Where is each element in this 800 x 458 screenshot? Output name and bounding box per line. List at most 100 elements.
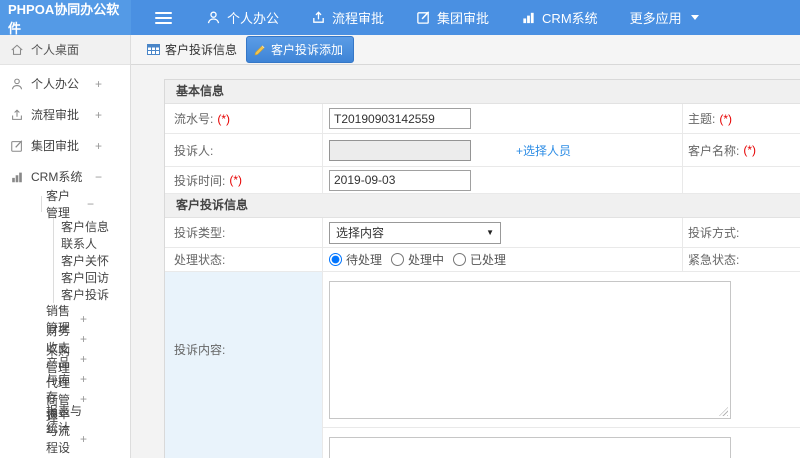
required-mark: (*) [719, 111, 733, 126]
sidebar-item-customer-management[interactable]: 客户管理 − [0, 189, 130, 220]
handle-status-radio-group: 待处理 处理中 已处理 [329, 251, 506, 268]
expand-icon[interactable]: + [95, 139, 102, 153]
menu-toggle-icon[interactable] [155, 11, 172, 24]
tab-complaint-add[interactable]: 客户投诉添加 [246, 36, 355, 63]
sidebar-item-form-workflow-settings[interactable]: 表单与流程设置 + [0, 407, 130, 455]
select-value: 选择内容 [336, 226, 385, 240]
radio-processing[interactable]: 处理中 [391, 251, 444, 268]
complaint-method-label: 投诉方式: [688, 226, 740, 240]
person-icon [206, 10, 221, 25]
sidebar-label: 集团审批 [31, 139, 80, 153]
sidebar-item-customer-complaint[interactable]: 客户投诉 [61, 286, 130, 303]
customer-name-label: 客户名称: (*) [688, 143, 757, 158]
row-complaint-content: 投诉内容: [165, 271, 800, 428]
complaint-type-label: 投诉类型: [165, 218, 323, 247]
expand-icon[interactable]: + [80, 352, 87, 366]
section-complaint-info: 客户投诉信息 [165, 194, 800, 218]
nav-label: 个人办公 [227, 11, 280, 26]
sidebar-item-personal-office[interactable]: 个人办公 + [0, 71, 130, 96]
edit-square-icon [10, 139, 24, 153]
radio-pending[interactable]: 待处理 [329, 251, 382, 268]
nav-more-apps[interactable]: 更多应用 [630, 8, 699, 27]
row-complainant: 投诉人: +选择人员 客户名称: (*) [165, 134, 800, 167]
row-handle-status: 处理状态: 待处理 处理中 已处理 紧急状态: [165, 248, 800, 272]
complaint-time-input[interactable] [329, 169, 471, 191]
required-mark: (*) [217, 111, 231, 126]
nav-group-approval[interactable]: 集团审批 [416, 8, 489, 27]
radio-processed[interactable]: 已处理 [453, 251, 506, 268]
caret-down-icon [690, 15, 699, 20]
urgent-status-label: 紧急状态: [688, 253, 740, 267]
home-icon [10, 43, 24, 57]
required-mark: (*) [229, 173, 243, 187]
row-complaint-type: 投诉类型: 选择内容 ▼ 投诉方式: [165, 218, 800, 248]
edit-square-icon [416, 10, 431, 25]
radio-processing-input[interactable] [391, 253, 405, 266]
required-mark: (*) [743, 143, 757, 157]
tab-bar: 客户投诉信息 客户投诉添加 [131, 35, 800, 65]
pencil-icon [254, 44, 266, 56]
nav-label: 集团审批 [437, 11, 490, 26]
nav-personal-office[interactable]: 个人办公 [206, 8, 279, 27]
empty-cell [683, 167, 800, 193]
complaint-type-select[interactable]: 选择内容 ▼ [329, 221, 501, 244]
serial-input[interactable] [329, 108, 471, 129]
nav-label: 更多应用 [629, 11, 682, 26]
complainant-label: 投诉人: [165, 134, 323, 166]
sidebar-item-customer-care[interactable]: 客户关怀 [61, 252, 130, 269]
row-extra-content [165, 428, 800, 458]
collapse-icon[interactable]: − [87, 197, 94, 211]
extra-content-label [165, 428, 323, 458]
subject-label: 主题: (*) [688, 111, 733, 127]
sidebar-item-group-approval[interactable]: 集团审批 + [0, 133, 130, 158]
row-complaint-time: 投诉时间: (*) [165, 167, 800, 194]
complainant-input[interactable] [329, 139, 471, 161]
sidebar-label: CRM系统 [31, 170, 83, 184]
expand-icon[interactable]: + [80, 332, 87, 346]
expand-icon[interactable]: + [95, 108, 102, 122]
nav-crm-system[interactable]: CRM系统 [521, 8, 598, 27]
complaint-content-label: 投诉内容: [165, 271, 323, 428]
workflow-icon [10, 108, 24, 122]
select-personnel-link[interactable]: +选择人员 [516, 142, 571, 159]
topbar: PHPOA协同办公软件 个人办公 流程审批 集团审批 CRM系统 更多应用 [0, 0, 800, 36]
table-icon [147, 43, 160, 56]
sidebar-label: 流程审批 [31, 108, 80, 122]
collapse-icon[interactable]: − [95, 170, 102, 184]
bar-chart-icon [521, 10, 536, 25]
person-icon [10, 77, 24, 91]
nav-workflow-approval[interactable]: 流程审批 [311, 8, 384, 27]
bar-chart-icon [10, 170, 24, 184]
expand-icon[interactable]: + [80, 372, 87, 386]
handle-status-label: 处理状态: [165, 248, 323, 271]
nav-label: CRM系统 [542, 11, 598, 26]
caret-down-icon: ▼ [486, 228, 494, 237]
sidebar-item-contacts[interactable]: 联系人 [61, 235, 130, 252]
serial-label: 流水号: (*) [165, 104, 323, 133]
sidebar-item-desktop[interactable]: 个人桌面 [0, 35, 130, 65]
top-nav: 个人办公 流程审批 集团审批 CRM系统 更多应用 [206, 8, 699, 27]
sidebar-item-workflow-approval[interactable]: 流程审批 + [0, 102, 130, 127]
nav-label: 流程审批 [332, 11, 385, 26]
sidebar-label: 个人办公 [31, 77, 80, 91]
workflow-icon [311, 10, 326, 25]
sidebar-label: 客户管理 [46, 189, 71, 220]
radio-pending-input[interactable] [329, 253, 342, 266]
extra-content-textarea[interactable] [329, 437, 731, 458]
sidebar-item-crm-system[interactable]: CRM系统 − [0, 164, 130, 189]
expand-icon[interactable]: + [80, 312, 87, 326]
section-basic-info: 基本信息 [165, 80, 800, 104]
expand-icon[interactable]: + [95, 77, 102, 91]
sidebar-item-customer-visit[interactable]: 客户回访 [61, 269, 130, 286]
complaint-content-textarea[interactable] [329, 281, 731, 419]
tab-complaint-info[interactable]: 客户投诉信息 [147, 41, 237, 58]
sidebar-label: 个人桌面 [31, 43, 80, 57]
complaint-time-label: 投诉时间: (*) [165, 167, 323, 193]
tab-label: 客户投诉信息 [165, 43, 238, 57]
expand-icon[interactable]: + [80, 432, 87, 446]
row-serial: 流水号:(*) 主题:(*) [165, 104, 800, 134]
sidebar: 个人桌面 个人办公 + 流程审批 + 集团审批 + CRM系统 − 客户管理 −… [0, 35, 131, 458]
main-content: 客户投诉信息 客户投诉添加 基本信息 流水号:(*) 主题:(*) [131, 35, 800, 458]
radio-processed-input[interactable] [453, 253, 467, 266]
customer-management-submenu: 客户信息 联系人 客户关怀 客户回访 客户投诉 [53, 218, 130, 303]
